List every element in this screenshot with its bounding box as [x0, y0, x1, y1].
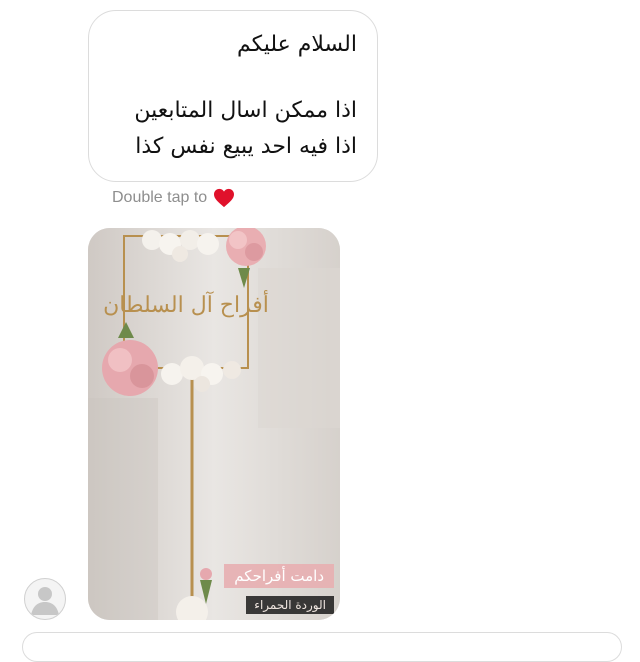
heart-icon [214, 188, 235, 208]
received-message-bubble[interactable]: السلام عليكم اذا ممكن اسال المتابعين اذا… [88, 10, 378, 182]
default-user-icon [31, 587, 59, 615]
message-line-followup: اذا فيه احد يبيع نفس كذا [135, 134, 357, 159]
caption-sticker-pink: دامت أفراحكم [224, 564, 334, 588]
artwork-calligraphy: أفراح آل السلطان [103, 289, 269, 318]
photo-artwork: أفراح آل السلطان [88, 228, 340, 620]
message-line-question: اذا ممكن اسال المتابعين [134, 98, 357, 123]
message-composer[interactable] [22, 632, 622, 662]
caption-sticker-dark: الوردة الحمراء [246, 596, 334, 614]
sender-avatar[interactable] [24, 578, 66, 620]
double-tap-hint-text: Double tap to [112, 189, 208, 206]
photo-message[interactable]: أفراح آل السلطان دامت أفراحكم الوردة الح… [88, 228, 340, 620]
message-line-greeting: السلام عليكم [236, 32, 357, 57]
double-tap-hint: Double tap to [112, 188, 235, 208]
